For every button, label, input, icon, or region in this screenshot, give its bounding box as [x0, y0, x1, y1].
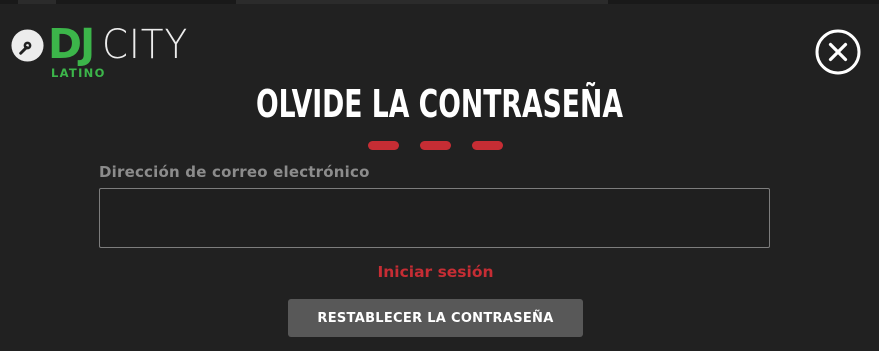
- close-button[interactable]: [815, 29, 861, 75]
- page-title: OLVIDE LA CONTRASEÑA: [256, 82, 623, 126]
- logo-city-text: CITY: [102, 22, 189, 68]
- divider-dash: [472, 141, 503, 150]
- top-strip-segment: [18, 0, 56, 4]
- email-label: Dirección de correo electrónico: [99, 163, 370, 181]
- reset-password-button[interactable]: RESTABLECER LA CONTRASEÑA: [288, 299, 583, 337]
- divider-dash: [420, 141, 451, 150]
- vinyl-record-icon: [11, 29, 44, 62]
- divider-dash: [368, 141, 399, 150]
- top-strip-segment: [236, 0, 608, 4]
- signin-link[interactable]: Iniciar sesión: [0, 263, 871, 281]
- top-strip: [0, 0, 879, 4]
- close-circle-icon: [815, 29, 861, 75]
- djcity-latino-logo[interactable]: DJ CITY LATINO: [10, 20, 215, 82]
- logo-dj-text: DJ: [48, 20, 95, 68]
- logo-latino-text: LATINO: [51, 66, 106, 80]
- email-input[interactable]: [99, 188, 770, 248]
- title-divider: [368, 141, 504, 150]
